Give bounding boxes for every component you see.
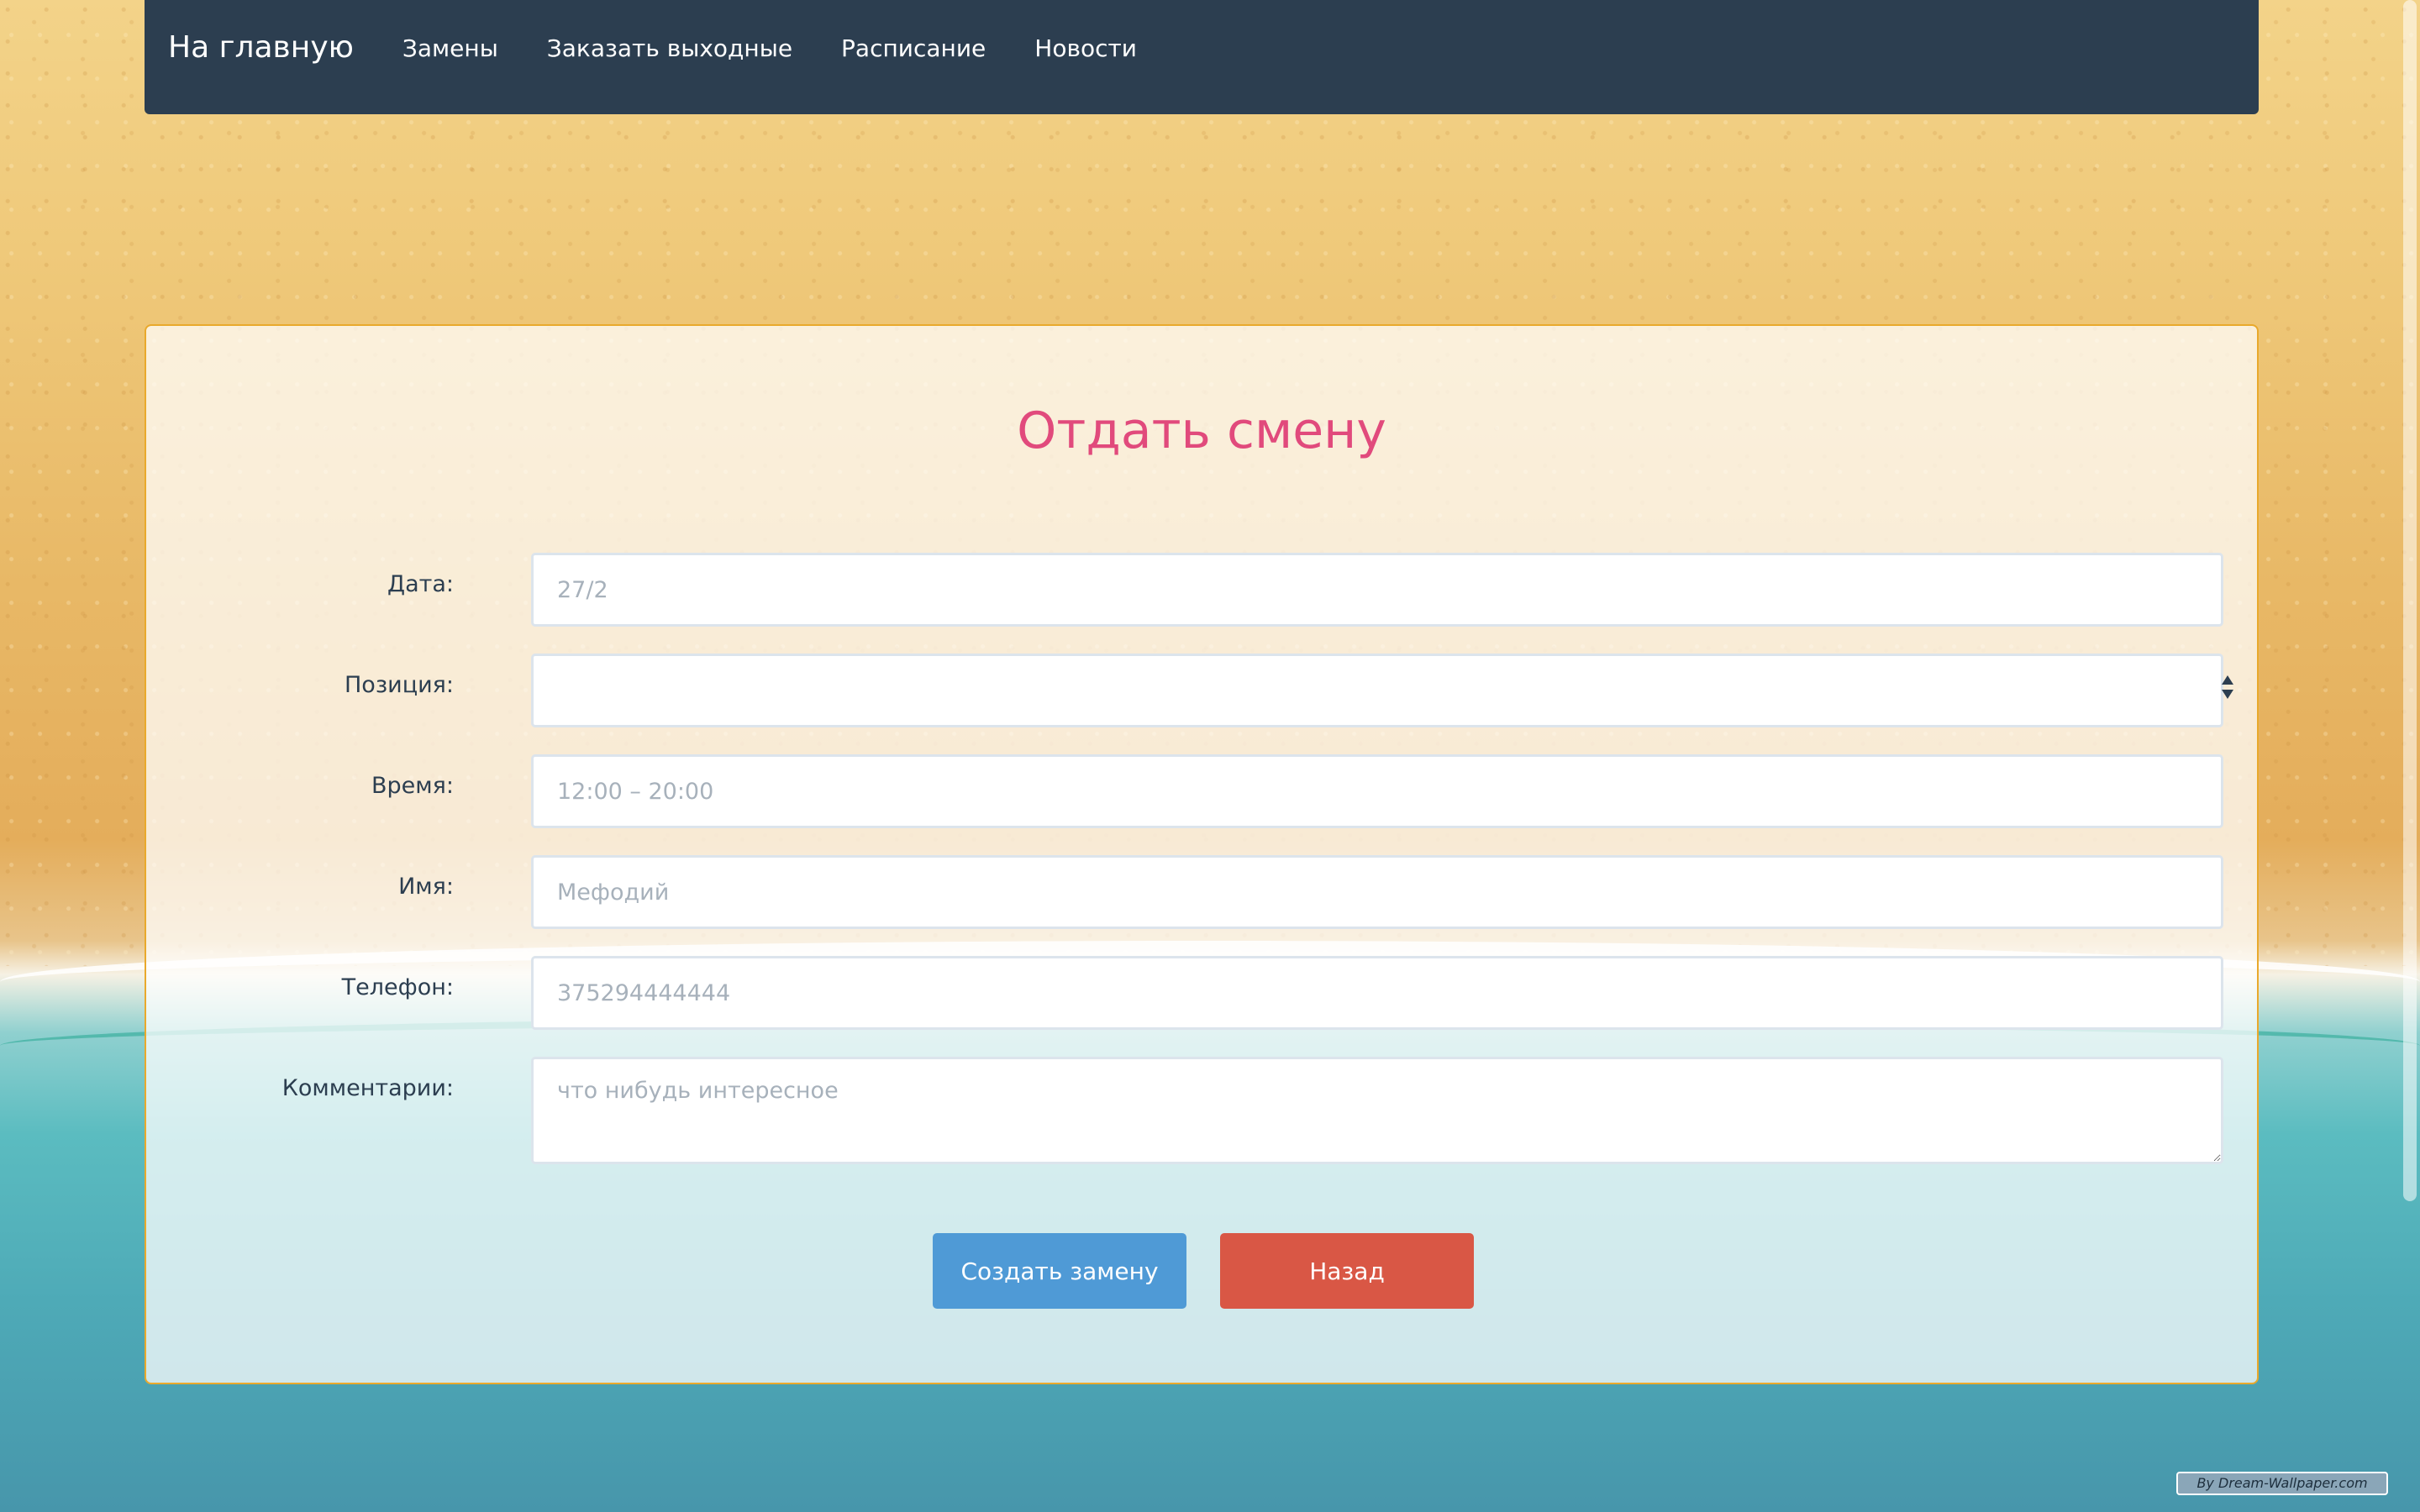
give-shift-form-card: Отдать смену Дата: Позиция: Время: Имя: … xyxy=(145,324,2259,1384)
nav-home-link[interactable]: На главную xyxy=(168,27,354,69)
position-label: Позиция: xyxy=(345,672,454,698)
form-title: Отдать смену xyxy=(1017,402,1386,460)
time-input[interactable] xyxy=(531,754,2223,828)
back-button[interactable]: Назад xyxy=(1220,1233,1474,1309)
comment-textarea[interactable] xyxy=(531,1057,2223,1164)
page-scrollbar[interactable] xyxy=(2402,0,2420,1512)
nav-link-news[interactable]: Новости xyxy=(1034,27,1137,71)
nav-link-replacements[interactable]: Замены xyxy=(402,27,498,71)
select-arrows-icon xyxy=(2220,675,2235,702)
form-row-comment: Комментарии: xyxy=(146,1057,2257,1164)
form-row-name: Имя: xyxy=(146,855,2257,931)
nav-link-schedule[interactable]: Расписание xyxy=(841,27,986,71)
watermark-badge: By Dream-Wallpaper.com xyxy=(2176,1472,2388,1495)
form-row-phone: Телефон: xyxy=(146,956,2257,1032)
scrollbar-thumb[interactable] xyxy=(2403,0,2417,1201)
create-replacement-button[interactable]: Создать замену xyxy=(933,1233,1186,1309)
name-label: Имя: xyxy=(398,874,454,900)
phone-input[interactable] xyxy=(531,956,2223,1030)
date-input[interactable] xyxy=(531,553,2223,627)
form-row-date: Дата: xyxy=(146,553,2257,628)
phone-label: Телефон: xyxy=(341,974,454,1000)
date-label: Дата: xyxy=(387,571,454,597)
name-input[interactable] xyxy=(531,855,2223,929)
form-row-position: Позиция: xyxy=(146,654,2257,729)
comment-label: Комментарии: xyxy=(281,1075,454,1101)
form-row-time: Время: xyxy=(146,754,2257,830)
position-select[interactable] xyxy=(531,654,2223,727)
top-navbar: На главную Замены Заказать выходные Расп… xyxy=(145,0,2259,114)
nav-link-order-days-off[interactable]: Заказать выходные xyxy=(547,27,792,71)
time-label: Время: xyxy=(371,773,454,799)
